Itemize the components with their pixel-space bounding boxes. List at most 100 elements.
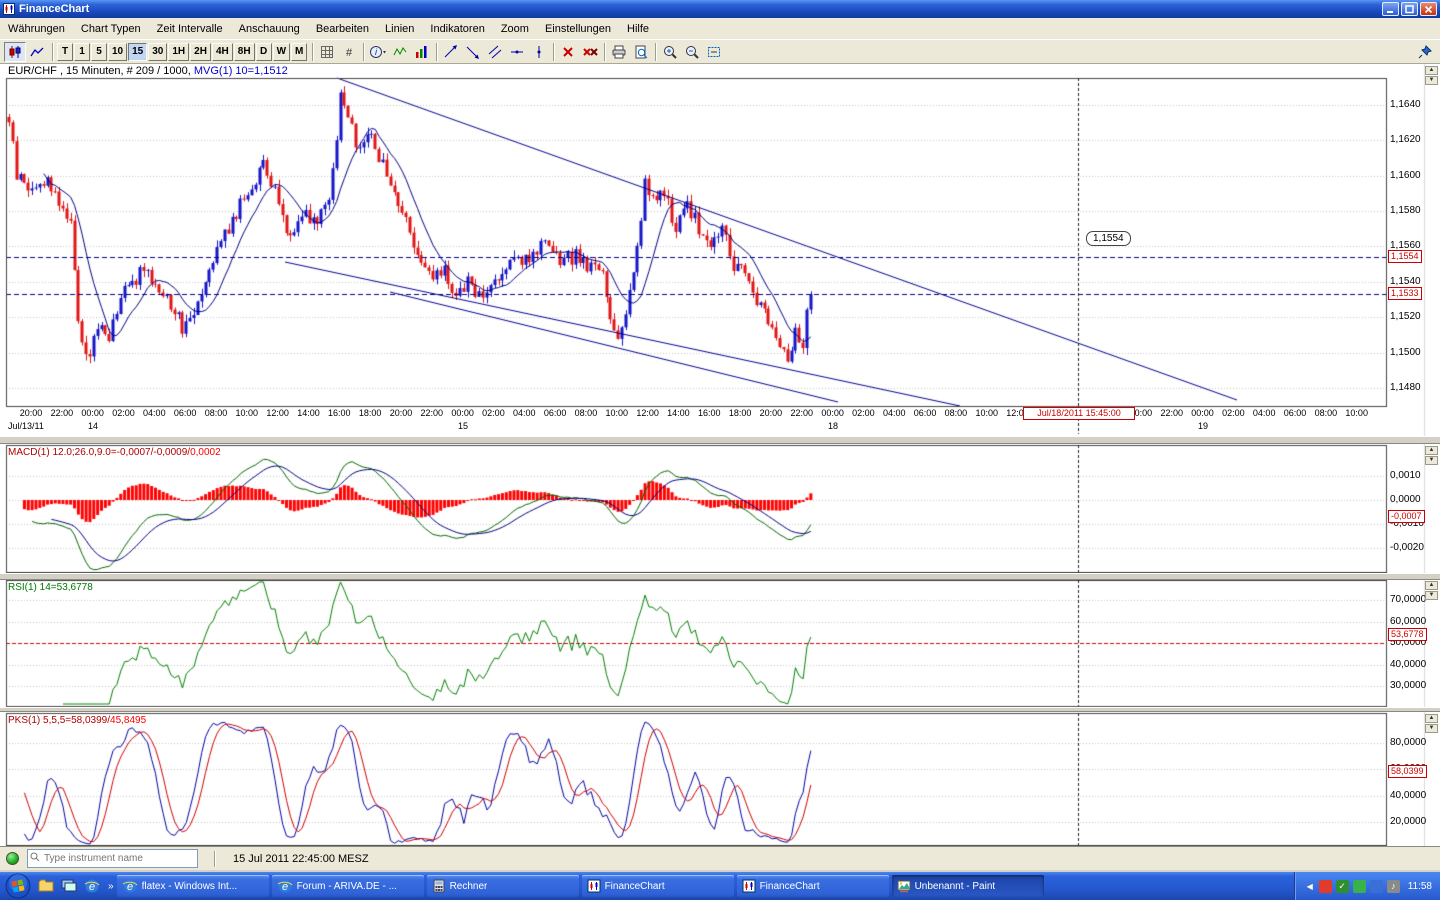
tray-volume-icon[interactable]: ♪ [1387, 880, 1400, 893]
menu-linien[interactable]: Linien [377, 19, 422, 39]
zoom-out-icon [685, 45, 699, 59]
hidden-icons-chevron[interactable]: ◀ [1305, 880, 1315, 893]
ie-icon: e [277, 878, 293, 894]
time-axis-label: 14:00 [661, 408, 695, 418]
candlestick-chart-button[interactable] [4, 42, 26, 62]
timeframe-1-button[interactable]: 1 [74, 43, 90, 61]
menu-anschauung[interactable]: Anschauung [231, 19, 308, 39]
indicator-button[interactable] [389, 42, 411, 62]
time-axis-label: 00:00 [1186, 408, 1220, 418]
hash-button[interactable]: # [338, 42, 360, 62]
panel-scroll-down-button[interactable]: ▼ [1425, 724, 1438, 733]
time-axis-label: 12:00 [631, 408, 665, 418]
zoom-in-button[interactable] [659, 42, 681, 62]
time-axis-label: 06:00 [538, 408, 572, 418]
tray-alert-icon[interactable] [1319, 880, 1332, 893]
crosshair-date-label: Jul/18/2011 15:45:00 [1023, 407, 1135, 420]
taskbar-task-0[interactable]: eflatex - Windows Int... [117, 875, 269, 897]
quick-launch-folder[interactable] [36, 876, 56, 896]
timeframe-2h-button[interactable]: 2H [190, 43, 211, 61]
taskbar-task-5[interactable]: Unbenannt - Paint [892, 875, 1044, 897]
panel-scroll-down-button[interactable]: ▼ [1425, 456, 1438, 465]
timeframe-d-button[interactable]: D [256, 43, 272, 61]
date-axis-label: Jul/13/11 [8, 421, 44, 431]
vertical-line-button[interactable] [528, 42, 550, 62]
maximize-button[interactable] [1401, 2, 1418, 16]
trend-up-button[interactable] [440, 42, 462, 62]
trend-channel-button[interactable] [484, 42, 506, 62]
delete-line-button[interactable] [557, 42, 579, 62]
instrument-search [27, 849, 198, 868]
info-icon: i [370, 45, 387, 59]
timeframe-8h-button[interactable]: 8H [234, 43, 255, 61]
trend-down-button[interactable] [462, 42, 484, 62]
pks-axis-tick-label: 20,0000 [1390, 816, 1426, 827]
taskbar-task-1[interactable]: eForum - ARIVA.DE - ... [272, 875, 424, 897]
time-axis-label: 08:00 [569, 408, 603, 418]
info-button[interactable]: i [367, 42, 389, 62]
timeframe-1h-button[interactable]: 1H [168, 43, 189, 61]
minimize-button[interactable] [1382, 2, 1399, 16]
timeframe-15-button[interactable]: 15 [128, 43, 147, 61]
grid-toggle-button[interactable] [316, 42, 338, 62]
price-axis-tick-label: 1,1600 [1390, 170, 1421, 181]
quick-launch-internet-explorer[interactable]: e [82, 876, 102, 896]
menu-einstellungen[interactable]: Einstellungen [537, 19, 619, 39]
menu-w-hrungen[interactable]: Währungen [0, 19, 73, 39]
timeframe-m-button[interactable]: M [291, 43, 307, 61]
pks-axis-tick-label: 80,0000 [1390, 737, 1426, 748]
panel-scroll-up-button[interactable]: ▲ [1425, 66, 1438, 75]
panel-scroll-down-button[interactable]: ▼ [1425, 591, 1438, 600]
panel-scroll-up-button[interactable]: ▲ [1425, 714, 1438, 723]
menu-zoom[interactable]: Zoom [493, 19, 537, 39]
menu-chart-typen[interactable]: Chart Typen [73, 19, 149, 39]
hash-icon: # [342, 45, 356, 59]
taskbar-task-3[interactable]: FinanceChart [582, 875, 734, 897]
panel-scroll-up-button[interactable]: ▲ [1425, 446, 1438, 455]
close-button[interactable] [1420, 2, 1437, 16]
timeframe-t-button[interactable]: T [57, 43, 73, 61]
timeframe-5-button[interactable]: 5 [91, 43, 107, 61]
instrument-search-input[interactable] [27, 849, 198, 868]
timeframe-30-button[interactable]: 30 [148, 43, 167, 61]
horizontal-line-button[interactable] [506, 42, 528, 62]
menu-hilfe[interactable]: Hilfe [619, 19, 657, 39]
taskbar-task-4[interactable]: FinanceChart [737, 875, 889, 897]
tool-buttons: #i [309, 42, 725, 62]
timeframe-10-button[interactable]: 10 [108, 43, 127, 61]
line-chart-button[interactable] [26, 42, 48, 62]
zoom-region-button[interactable] [703, 42, 725, 62]
menu-zeit-intervalle[interactable]: Zeit Intervalle [149, 19, 231, 39]
toolbar-separator [553, 43, 554, 61]
print-preview-button[interactable] [630, 42, 652, 62]
timeframe-4h-button[interactable]: 4H [212, 43, 233, 61]
taskbar-task-2[interactable]: Rechner [427, 875, 579, 897]
start-button[interactable] [5, 873, 31, 899]
zoom-out-button[interactable] [681, 42, 703, 62]
title-bar[interactable]: FinanceChart [0, 0, 1440, 18]
delete-all-lines-button[interactable] [579, 42, 601, 62]
panel-scroll-down-button[interactable]: ▼ [1425, 76, 1438, 85]
time-axis-label: 10:00 [230, 408, 264, 418]
tray-messenger-icon[interactable] [1353, 880, 1366, 893]
tray-shield-icon[interactable]: ✓ [1336, 880, 1349, 893]
tray-display-icon[interactable] [1370, 880, 1383, 893]
panel-scroll-up-button[interactable]: ▲ [1425, 581, 1438, 590]
price-axis-tick-label: 1,1480 [1390, 382, 1421, 393]
print-button[interactable] [608, 42, 630, 62]
time-axis-label: 06:00 [1278, 408, 1312, 418]
menu-bearbeiten[interactable]: Bearbeiten [308, 19, 377, 39]
paint-icon [897, 879, 911, 893]
time-axis-label: 22:00 [45, 408, 79, 418]
pin-panel-button[interactable] [1414, 42, 1436, 62]
macd-axis-tick-label: 0,0010 [1390, 470, 1421, 481]
menu-indikatoren[interactable]: Indikatoren [422, 19, 492, 39]
quick-launch-show-desktop[interactable] [59, 876, 79, 896]
macd-hist-value: 0,0002 [190, 447, 221, 458]
system-tray: ◀✓♪ 11:58 [1294, 872, 1440, 900]
pks-label-text: PKS(1) 5,5,5=58,0399/ [8, 715, 110, 726]
task-label: FinanceChart [760, 881, 820, 892]
volume-histogram-button[interactable] [411, 42, 433, 62]
quick-launch-overflow-chevron[interactable]: » [105, 881, 117, 892]
timeframe-w-button[interactable]: W [273, 43, 290, 61]
